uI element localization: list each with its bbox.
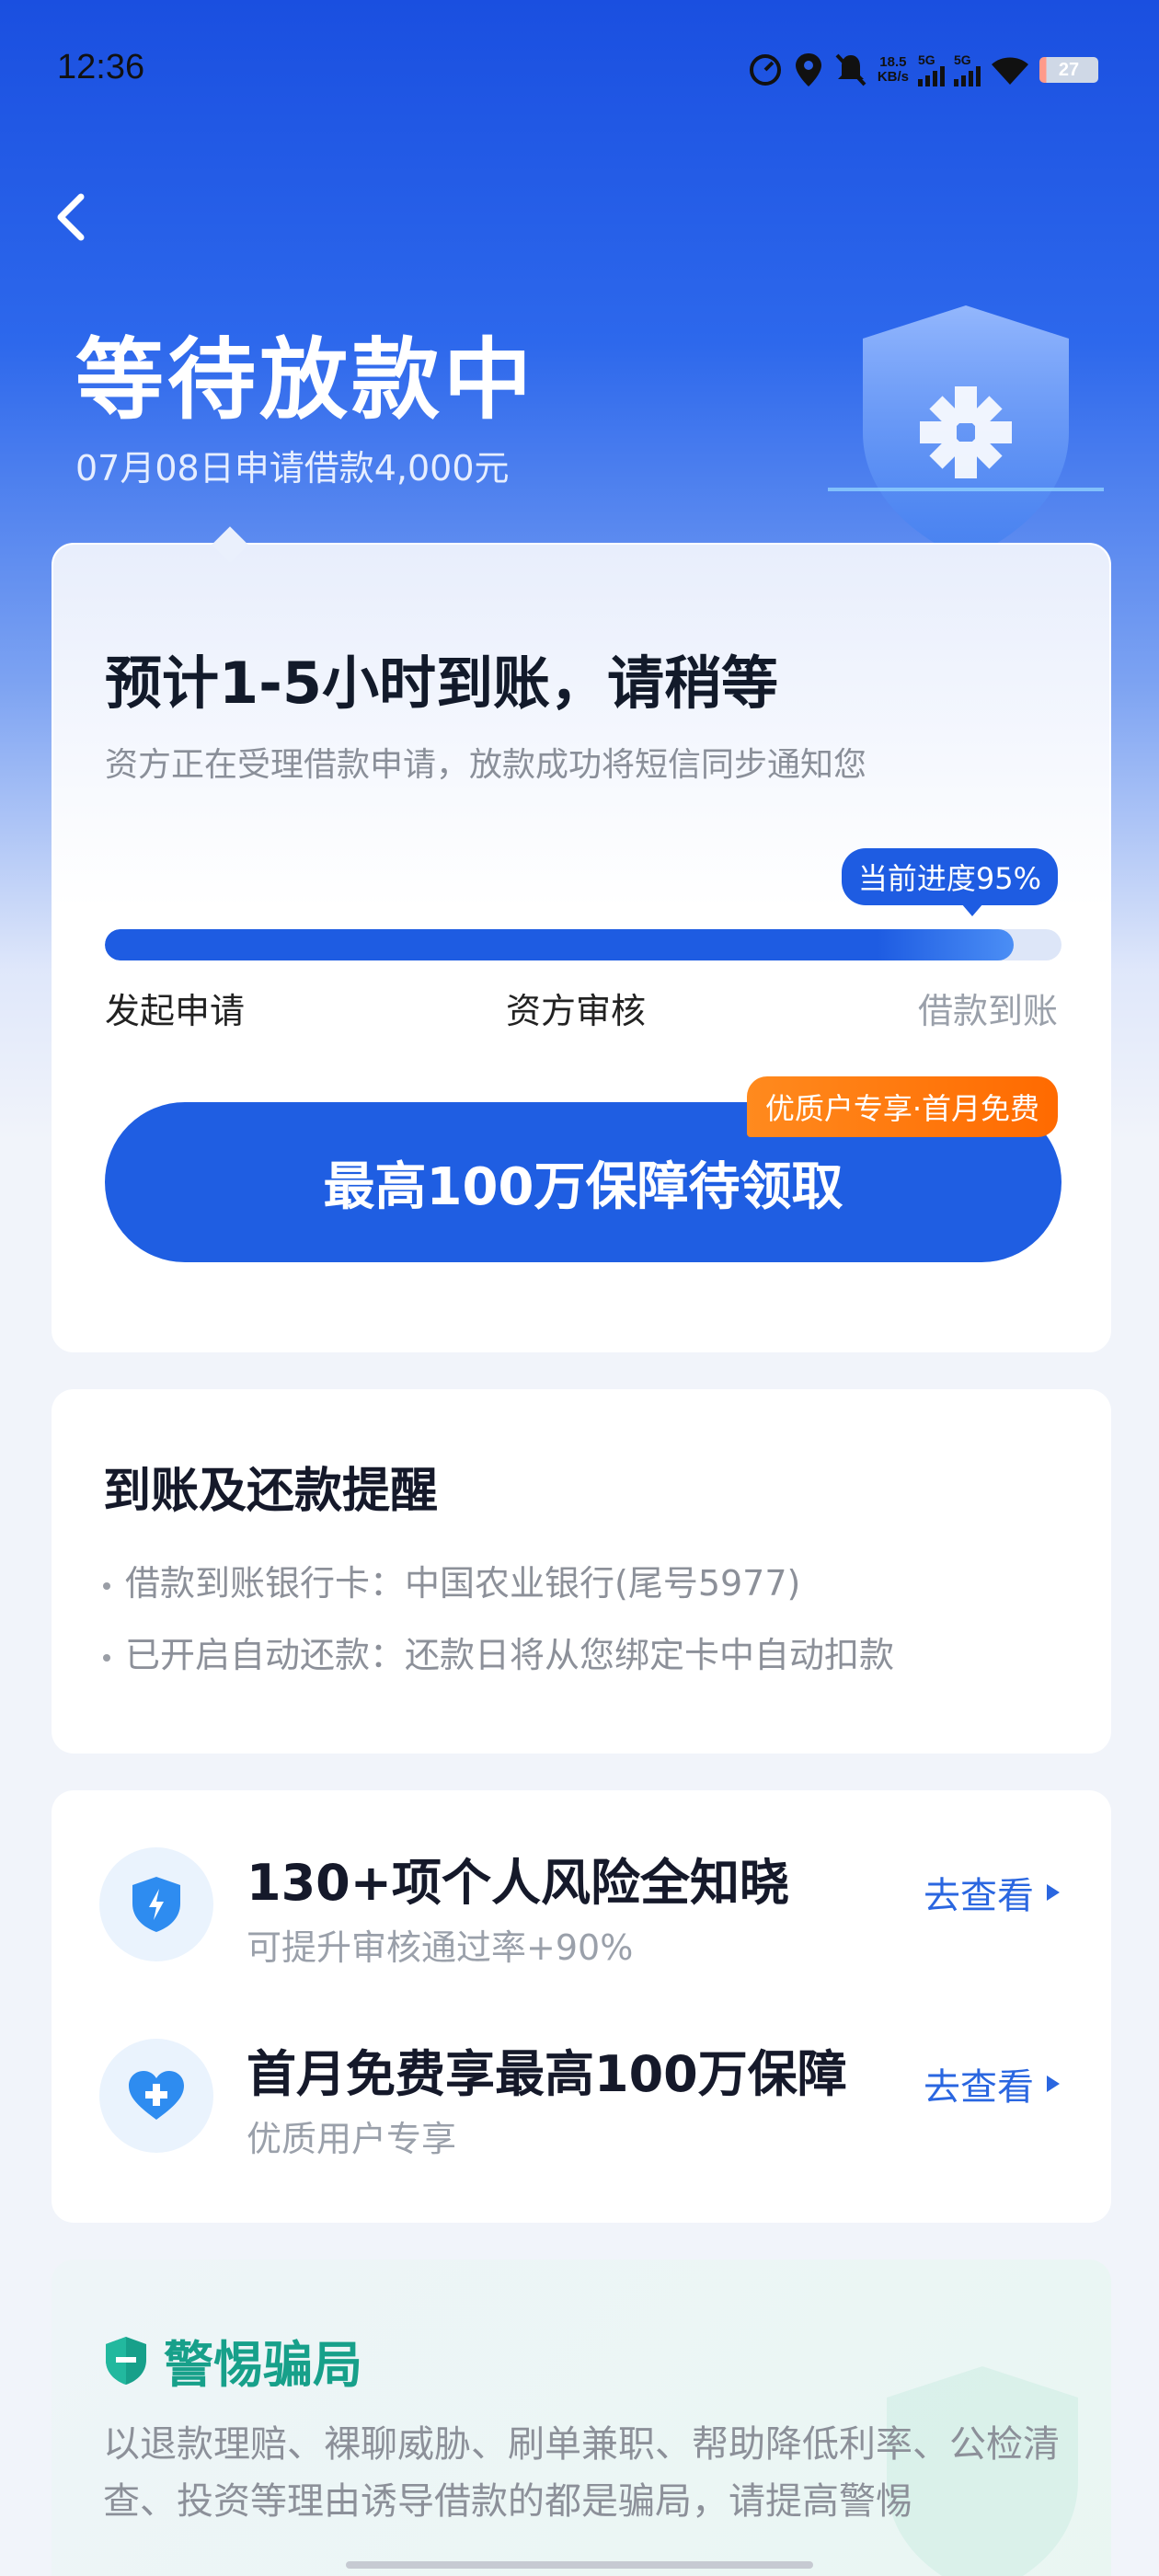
progress-badge: 当前进度95% [841,848,1058,916]
offer-title: 130+项个人风险全知晓 [247,1854,789,1912]
reminder-title: 到账及还款提醒 [103,1464,439,1519]
fraud-warning-card: 警惕骗局 以退款理赔、裸聊威胁、刷单兼职、帮助降低利率、公检清查、投资等理由诱导… [52,2260,1111,2576]
network-speed: 18.5 KB/s [877,54,909,85]
warning-title: 警惕骗局 [103,2324,362,2397]
step-review: 资方审核 [506,991,647,1031]
shield-alert-icon [106,2336,146,2385]
chevron-left-icon [57,193,85,241]
caret-right-icon [1047,2076,1060,2092]
heart-plus-icon [99,2039,213,2153]
warning-text: 以退款理赔、裸聊威胁、刷单兼职、帮助降低利率、公检清查、投资等理由诱导借款的都是… [103,2423,1060,2523]
offers-card: 130+项个人风险全知晓 可提升审核通过率+90% 去查看 首月免费享最高100… [52,1790,1111,2223]
progress-bar [105,929,1061,960]
status-icons: 18.5 KB/s 5G 5G 27 [747,52,1098,88]
mute-bell-icon [833,52,868,88]
shield-bolt-icon [99,1847,213,1961]
loan-status-card: 预计1-5小时到账，请稍等 资方正在受理借款申请，放款成功将短信同步通知您 当前… [52,526,1111,1352]
back-button[interactable] [48,184,103,248]
step-arrival: 借款到账 [917,991,1058,1031]
page-subtitle: 07月08日申请借款4,000元 [75,448,510,489]
caret-right-icon [1047,1884,1060,1901]
step-apply: 发起申请 [105,991,246,1031]
speedometer-icon [747,52,784,88]
status-bar: 12:36 18.5 KB/s 5G 5G 27 [0,0,1159,138]
progress-fill [105,929,1014,960]
eta-description: 资方正在受理借款申请，放款成功将短信同步通知您 [105,746,867,784]
wifi-icon [990,52,1030,88]
offer-subtitle: 优质用户专享 [247,2119,457,2159]
signal-sim1-icon: 5G [918,52,945,88]
promo-tag: 优质户专享·首月免费 [746,1076,1058,1137]
offer-title: 首月免费享最高100万保障 [247,2045,847,2103]
home-indicator[interactable] [346,2561,813,2569]
offer-risk-report[interactable]: 130+项个人风险全知晓 可提升审核通过率+90% 去查看 [52,1811,1111,1995]
reminder-auto-repay: 已开启自动还款：还款日将从您绑定卡中自动扣款 [103,1627,894,1677]
offer-insurance[interactable]: 首月免费享最高100万保障 优质用户专享 去查看 [52,2002,1111,2186]
battery-icon: 27 [1039,57,1098,83]
page-title: 等待放款中 [75,328,535,431]
signal-sim2-icon: 5G [954,52,981,88]
view-link[interactable]: 去查看 [924,1866,1060,1919]
reminder-bank-card: 借款到账银行卡：中国农业银行(尾号5977) [103,1555,800,1605]
reminder-card: 到账及还款提醒 借款到账银行卡：中国农业银行(尾号5977) 已开启自动还款：还… [52,1389,1111,1754]
status-time: 12:36 [57,48,145,86]
shield-logo-icon [828,294,1104,570]
view-link[interactable]: 去查看 [924,2057,1060,2110]
location-icon [793,52,824,88]
eta-headline: 预计1-5小时到账，请稍等 [105,650,779,717]
offer-subtitle: 可提升审核通过率+90% [247,1927,634,1968]
